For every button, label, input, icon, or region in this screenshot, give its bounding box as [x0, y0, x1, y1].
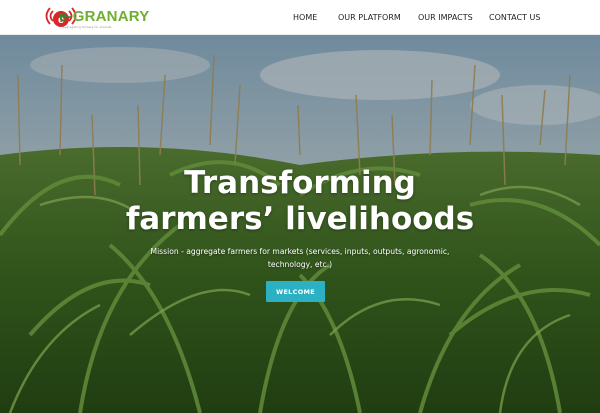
hero-title-line2: farmers’ livelihoods — [125, 201, 475, 237]
hero-mission-text: Mission - aggregate farmers for markets … — [150, 247, 450, 269]
nav-home[interactable]: HOME — [293, 13, 317, 22]
welcome-button[interactable]: WELCOME — [266, 281, 325, 302]
logo-tagline: aggregating farmers for markets — [63, 26, 112, 29]
top-navbar: e e-GRANARY aggregating farmers for mark… — [0, 0, 600, 35]
logo[interactable]: e e-GRANARY aggregating farmers for mark… — [44, 2, 154, 32]
nav-our-platform[interactable]: OUR PLATFORM — [338, 13, 401, 22]
hero-section: Transforming farmers’ livelihoods Missio… — [0, 35, 600, 413]
hero-title-line1: Transforming — [184, 165, 416, 201]
logo-name: GRANARY — [72, 8, 150, 25]
nav-contact-us[interactable]: CONTACT US — [489, 13, 540, 22]
logo-dash: e- — [59, 8, 73, 25]
logo-wordmark: e-GRANARY — [59, 9, 149, 24]
nav-our-impacts[interactable]: OUR IMPACTS — [418, 13, 473, 22]
